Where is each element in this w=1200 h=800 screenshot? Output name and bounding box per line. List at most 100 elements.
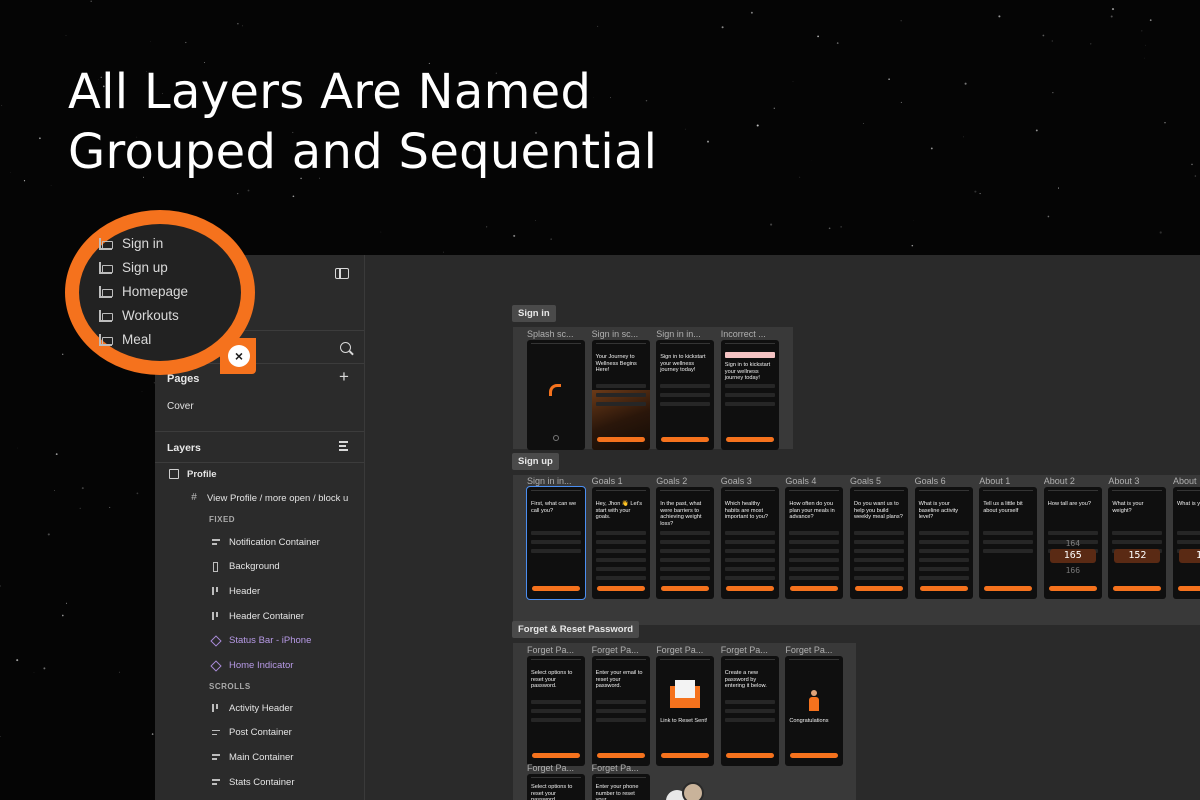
- screen-title[interactable]: Goals 3: [721, 476, 781, 486]
- screen-title[interactable]: Forget Pa...: [527, 645, 587, 655]
- screen-title[interactable]: Forget Pa...: [785, 645, 845, 655]
- continue-button[interactable]: [725, 753, 774, 758]
- screen-heading: Create a new password by entering it bel…: [724, 670, 767, 690]
- continue-button[interactable]: [1048, 586, 1097, 591]
- continue-button[interactable]: [725, 437, 774, 442]
- screen-title[interactable]: About 2: [1044, 476, 1104, 486]
- plus-icon[interactable]: +: [339, 368, 349, 385]
- screen-title[interactable]: Incorrect ...: [721, 329, 781, 339]
- continue-button[interactable]: [984, 586, 1033, 591]
- callout-page-homepage[interactable]: Homepage: [99, 284, 188, 299]
- form-row: [724, 540, 775, 544]
- screen-title[interactable]: Forget Pa...: [592, 645, 652, 655]
- screen-frame[interactable]: Enter your phone number to reset your: [591, 774, 650, 800]
- screen-frame[interactable]: First, what can we call you?: [526, 486, 586, 600]
- layer-row-activity-header[interactable]: Activity Header: [155, 698, 364, 718]
- callout-page-workouts[interactable]: Workouts: [99, 308, 179, 323]
- avatar[interactable]: [682, 782, 704, 800]
- section-tag[interactable]: Forget & Reset Password: [512, 621, 640, 638]
- callout-item-label: Workouts: [122, 308, 179, 323]
- layer-label: Status Bar - iPhone: [229, 635, 312, 647]
- layer-row-status-bar-iphone[interactable]: Status Bar - iPhone: [155, 631, 364, 651]
- continue-button[interactable]: [790, 753, 839, 758]
- screen-frame[interactable]: What is your weight? 152: [1108, 487, 1167, 599]
- layer-row-header[interactable]: Header: [155, 581, 364, 601]
- screen-title[interactable]: Sign in sc...: [592, 329, 652, 339]
- layers-filter-icon[interactable]: [339, 441, 351, 451]
- layer-row-notification-container[interactable]: Notification Container: [155, 532, 364, 552]
- screen-frame[interactable]: What is your 15: [1173, 487, 1200, 599]
- continue-button[interactable]: [661, 753, 710, 758]
- screen-frame[interactable]: Sign in to kickstart your wellness journ…: [656, 340, 715, 450]
- screen-title[interactable]: Forget Pa...: [527, 763, 587, 773]
- callout-page-meal[interactable]: Meal: [99, 332, 151, 347]
- sidebar-toggle-icon[interactable]: [335, 268, 349, 279]
- screen-frame[interactable]: [527, 340, 585, 450]
- continue-button[interactable]: [596, 753, 645, 758]
- callout-page-sign-in[interactable]: Sign in: [99, 236, 163, 251]
- screen-frame[interactable]: Create a new password by entering it bel…: [720, 656, 779, 766]
- screen-title[interactable]: Goals 2: [656, 476, 716, 486]
- screen-frame[interactable]: Your Journey to Wellness Begins Here!: [591, 340, 650, 450]
- screen-title[interactable]: Sign in in...: [656, 329, 716, 339]
- screen-title[interactable]: Splash sc...: [527, 329, 587, 339]
- layer-row-stats-container[interactable]: Stats Container: [155, 772, 364, 792]
- height-option: 166: [1065, 566, 1081, 575]
- continue-button[interactable]: [661, 586, 710, 591]
- screen-frame[interactable]: Select options to reset your password.: [527, 774, 585, 800]
- screen-frame[interactable]: Enter your email to reset your password.: [591, 656, 650, 766]
- screen-frame[interactable]: Do you want us to help you build weekly …: [850, 487, 908, 599]
- layer-row-view-profile[interactable]: # View Profile / more open / block u: [155, 488, 364, 508]
- screen-title[interactable]: Forget Pa...: [592, 763, 652, 773]
- screen-title[interactable]: About 3: [1108, 476, 1168, 486]
- screen-frame[interactable]: What is your baseline activity level?: [914, 487, 973, 599]
- screen-frame[interactable]: Link to Reset Sent!: [656, 656, 715, 766]
- screen-heading: Select options to reset your password.: [531, 670, 573, 690]
- frame-icon: [169, 469, 179, 479]
- screen-frame[interactable]: Which healthy habits are most important …: [720, 487, 779, 599]
- layer-row-background[interactable]: Background: [155, 557, 364, 577]
- continue-button[interactable]: [532, 753, 580, 758]
- screen-title[interactable]: About 1: [979, 476, 1039, 486]
- screen-title[interactable]: Sign in in...: [527, 476, 587, 486]
- screen-frame[interactable]: Congratulations: [785, 656, 844, 766]
- screen-title[interactable]: Goals 4: [785, 476, 845, 486]
- screen-frame[interactable]: How often do you plan your meals in adva…: [785, 487, 844, 599]
- continue-button[interactable]: [661, 437, 710, 442]
- screen-frame[interactable]: Sign in to kickstart your wellness journ…: [720, 340, 779, 450]
- continue-button[interactable]: [725, 586, 774, 591]
- layer-row-post-container[interactable]: Post Container: [155, 723, 364, 743]
- app-logo-icon: [549, 384, 561, 396]
- screen-title[interactable]: Goals 6: [915, 476, 975, 486]
- continue-button[interactable]: [855, 586, 903, 591]
- continue-button[interactable]: [532, 586, 580, 591]
- section-tag[interactable]: Sign up: [512, 453, 559, 470]
- layer-row-home-indicator[interactable]: Home Indicator: [155, 656, 364, 676]
- callout-page-sign-up[interactable]: Sign up: [99, 260, 168, 275]
- layer-row-profile[interactable]: Profile: [155, 464, 364, 484]
- continue-button[interactable]: [596, 586, 645, 591]
- screen-frame[interactable]: Select options to reset your password.: [527, 656, 585, 766]
- form-row: [595, 700, 646, 704]
- continue-button[interactable]: [1113, 586, 1162, 591]
- close-icon[interactable]: ×: [228, 345, 250, 367]
- screen-frame[interactable]: Tell us a little bit about yourself: [979, 487, 1038, 599]
- screen-title[interactable]: Goals 1: [592, 476, 652, 486]
- screen-frame[interactable]: In the past, what were barriers to achie…: [656, 487, 715, 599]
- screen-frame[interactable]: Hey, Jhon 👋 Let's start with your goals.: [591, 487, 650, 599]
- continue-button[interactable]: [790, 586, 839, 591]
- screen-title[interactable]: Goals 5: [850, 476, 910, 486]
- screen-title[interactable]: Forget Pa...: [721, 645, 781, 655]
- layer-row-main-container[interactable]: Main Container: [155, 747, 364, 767]
- search-icon[interactable]: [340, 342, 351, 353]
- continue-button[interactable]: [919, 586, 968, 591]
- screen-frame[interactable]: How tall are you? 164 165 166: [1043, 487, 1102, 599]
- layer-icon: [211, 611, 221, 621]
- screen-title[interactable]: Forget Pa...: [656, 645, 716, 655]
- continue-button[interactable]: [1178, 586, 1200, 591]
- page-item-cover[interactable]: Cover: [167, 401, 194, 412]
- section-tag[interactable]: Sign in: [512, 305, 556, 322]
- layer-row-header-container[interactable]: Header Container: [155, 606, 364, 626]
- screen-title[interactable]: About: [1173, 476, 1200, 486]
- continue-button[interactable]: [596, 437, 645, 442]
